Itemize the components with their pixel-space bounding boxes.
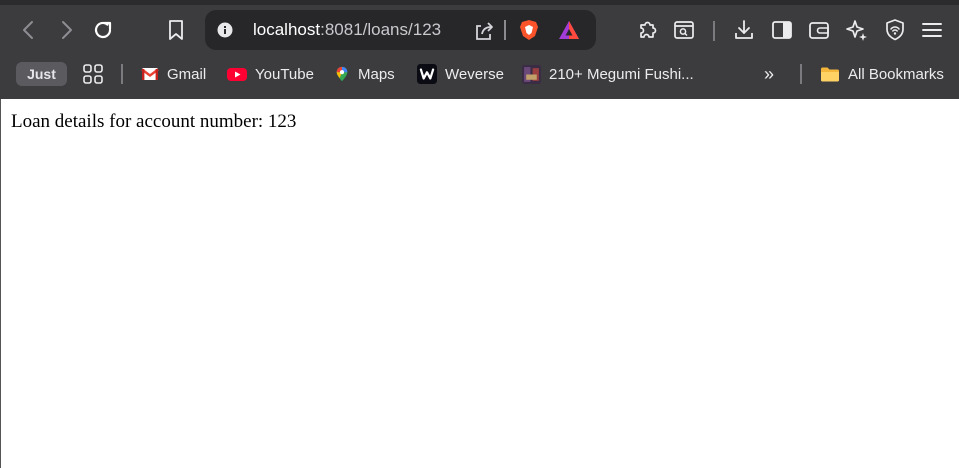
browser-toolbar: localhost:8081/loans/123	[0, 5, 959, 55]
reader-icon	[674, 21, 694, 39]
address-bar-divider	[504, 20, 506, 40]
bookmark-label: Maps	[358, 65, 395, 83]
bookmark-label: All Bookmarks	[848, 65, 944, 83]
main-menu-button[interactable]	[917, 14, 947, 46]
back-button[interactable]	[14, 14, 44, 46]
reload-icon	[94, 21, 112, 39]
bookmarks-divider	[800, 64, 802, 84]
gmail-icon	[141, 68, 159, 80]
reload-button[interactable]	[88, 14, 118, 46]
sparkle-icon	[846, 20, 867, 41]
wallet-icon	[809, 22, 829, 39]
maps-icon	[336, 66, 348, 82]
apps-button[interactable]	[82, 61, 104, 87]
page-content: Loan details for account number: 123	[0, 99, 959, 468]
bookmark-weverse[interactable]: Weverse	[417, 61, 504, 87]
extensions-button[interactable]	[633, 14, 663, 46]
bookmark-megumi[interactable]: 210+ Megumi Fushi...	[522, 61, 694, 87]
vpn-shield-icon	[886, 19, 904, 41]
bookmarks-bar: Just Gmail YouTube Maps Weverse 210+ Meg…	[0, 57, 959, 91]
leo-ai-button[interactable]	[842, 14, 872, 46]
downloads-button[interactable]	[729, 14, 759, 46]
weverse-icon	[417, 64, 437, 84]
browser-chrome: localhost:8081/loans/123 Just Gmail YouT…	[0, 0, 959, 99]
brave-shields-icon[interactable]	[518, 19, 540, 41]
loan-details-text: Loan details for account number: 123	[11, 111, 297, 132]
toolbar-divider	[713, 21, 715, 41]
bookmark-all-bookmarks[interactable]: All Bookmarks	[820, 61, 944, 87]
bookmark-label: 210+ Megumi Fushi...	[549, 65, 694, 83]
chevron-left-icon	[23, 21, 33, 39]
bookmark-just[interactable]: Just	[16, 62, 67, 86]
share-icon[interactable]	[473, 20, 495, 42]
bookmark-label: YouTube	[255, 65, 314, 83]
vpn-button[interactable]	[880, 14, 910, 46]
url-host: localhost	[253, 20, 321, 39]
brave-rewards-icon[interactable]	[558, 19, 580, 41]
bookmark-youtube[interactable]: YouTube	[227, 61, 314, 87]
thumbnail-icon	[522, 64, 541, 84]
chevron-right-icon	[62, 21, 72, 39]
forward-button[interactable]	[51, 14, 81, 46]
wallet-button[interactable]	[804, 14, 834, 46]
puzzle-icon	[640, 21, 657, 38]
double-chevron-icon: »	[764, 63, 775, 84]
folder-icon	[821, 67, 839, 82]
bookmark-gmail[interactable]: Gmail	[141, 61, 206, 87]
bookmarks-overflow-button[interactable]: »	[764, 61, 774, 87]
bookmark-label: Weverse	[445, 65, 504, 83]
bookmarks-divider	[121, 64, 123, 84]
url-text[interactable]: localhost:8081/loans/123	[253, 21, 441, 39]
youtube-icon	[227, 68, 247, 81]
url-path: :8081/loans/123	[320, 20, 442, 39]
site-info-icon[interactable]	[217, 22, 233, 38]
reader-mode-button[interactable]	[669, 14, 699, 46]
sidebar-toggle-button[interactable]	[767, 14, 797, 46]
bookmark-page-button[interactable]	[161, 14, 191, 46]
hamburger-icon	[922, 23, 942, 37]
address-bar[interactable]: localhost:8081/loans/123	[205, 10, 596, 50]
bookmark-maps[interactable]: Maps	[334, 61, 395, 87]
bookmark-icon	[169, 20, 183, 40]
download-icon	[735, 20, 753, 39]
apps-grid-icon	[83, 64, 103, 84]
bookmark-label: Gmail	[167, 65, 207, 83]
sidebar-icon	[772, 21, 792, 39]
